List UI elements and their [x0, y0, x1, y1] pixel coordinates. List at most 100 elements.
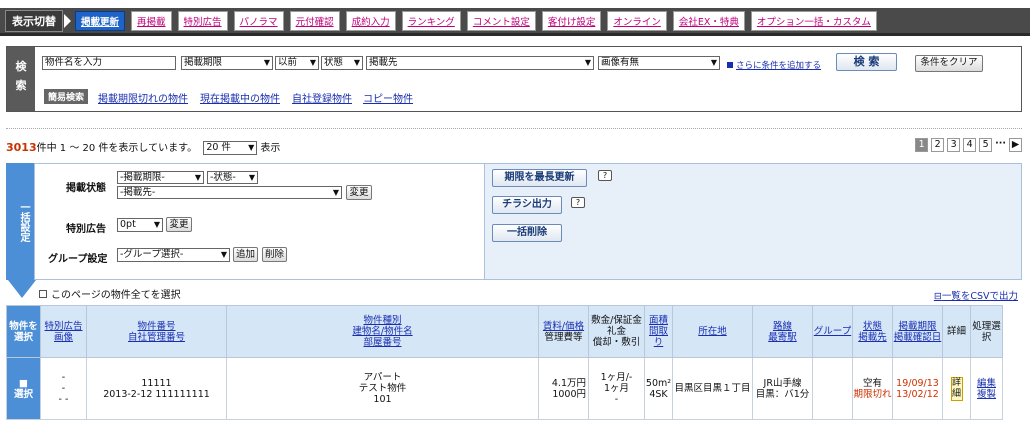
row-group	[812, 357, 853, 420]
divider	[6, 128, 1022, 129]
nav-online[interactable]: オンライン	[607, 10, 667, 31]
nav-panorama[interactable]: パノラマ	[233, 10, 284, 31]
header-status[interactable]: 状態	[863, 321, 882, 332]
help-icon[interactable]: ?	[571, 197, 585, 208]
bulk-period-select[interactable]: -掲載期限-	[117, 171, 204, 184]
clear-conditions-button[interactable]: 条件をクリア	[915, 55, 983, 72]
checkbox-icon	[39, 290, 47, 298]
header-rent[interactable]: 賃料/価格	[543, 321, 584, 332]
header-type[interactable]: 物件種別	[363, 315, 401, 326]
add-icon	[727, 62, 733, 68]
select-all-checkbox[interactable]: このページの物件全てを選択	[39, 286, 181, 301]
row-status: 空有 期限切れ	[852, 357, 893, 420]
bulk-side-label: 一括設定	[6, 163, 34, 280]
nav-client-settings[interactable]: 客付け設定	[541, 10, 602, 31]
header-confirm-date[interactable]: 掲載確認日	[894, 332, 942, 343]
header-destination[interactable]: 掲載先	[858, 332, 887, 343]
nav-republish[interactable]: 再掲載	[131, 10, 172, 31]
bulk-delete-button[interactable]: 一括削除	[492, 224, 562, 242]
header-area[interactable]: 面積間取り	[649, 315, 668, 348]
row-type: アパート テスト物件 101	[226, 357, 539, 420]
nav-company-ex[interactable]: 会社EX・特典	[672, 10, 745, 31]
period-select[interactable]: 掲載期限	[181, 56, 273, 70]
row-special: --- -	[40, 357, 87, 420]
display-mode-label[interactable]: 表示切替	[5, 9, 71, 32]
table-row: ■ 選択 --- - 11111 2013-2-12 111111111 アパートテ…	[6, 357, 1003, 420]
header-room[interactable]: 部屋番号	[363, 337, 401, 348]
row-area: 50m² 4SK	[644, 357, 673, 420]
header-group[interactable]: グループ	[814, 326, 851, 337]
bulk-pointer-triangle	[8, 280, 36, 298]
page-1[interactable]: 1	[915, 138, 929, 152]
row-actions: 編集 複製	[970, 357, 1003, 420]
csv-icon: ⊟	[933, 291, 942, 302]
header-line[interactable]: 路線	[773, 321, 792, 332]
pager-ellipsis: ···	[995, 138, 1006, 149]
header-period[interactable]: 掲載期限	[898, 321, 936, 332]
header-mgmt-number[interactable]: 自社管理番号	[128, 332, 185, 343]
nav-update[interactable]: 掲載更新	[75, 10, 126, 31]
extend-period-button[interactable]: 期限を最長更新	[492, 169, 587, 187]
page-2[interactable]: 2	[931, 138, 945, 152]
csv-export-link[interactable]: ⊟一覧をCSVで出力	[934, 288, 1018, 302]
page-4[interactable]: 4	[963, 138, 977, 152]
group-select[interactable]: -グループ選択-	[117, 248, 230, 262]
search-side-label: 検索	[7, 47, 35, 111]
bulk-change-button[interactable]: 変更	[346, 185, 372, 200]
quick-link-copy[interactable]: コピー物件	[363, 90, 413, 105]
special-ad-label: 特別広告	[66, 224, 106, 235]
header-station[interactable]: 最寄駅	[768, 332, 797, 343]
pagination: 1 2 3 4 5 ··· ▶	[915, 138, 1022, 152]
row-select-checkbox[interactable]: ■ 選択	[6, 357, 41, 420]
page-3[interactable]: 3	[947, 138, 961, 152]
header-number[interactable]: 物件番号	[137, 321, 175, 332]
header-address[interactable]: 所在地	[698, 326, 727, 337]
row-period: 19/09/13 13/02/12	[892, 357, 943, 420]
search-button[interactable]: 検 索	[836, 53, 897, 71]
group-add-button[interactable]: 追加	[233, 247, 258, 262]
top-navigation: 表示切替 掲載更新 再掲載 特別広告 パノラマ 元付確認 成約入力 ランキング …	[0, 8, 1030, 36]
property-name-input[interactable]: 物件名を入力	[42, 56, 176, 70]
quick-link-active[interactable]: 現在掲載中の物件	[200, 90, 280, 105]
group-delete-button[interactable]: 削除	[262, 247, 287, 262]
next-page-button[interactable]: ▶	[1009, 138, 1022, 152]
nav-special-ad[interactable]: 特別広告	[177, 10, 228, 31]
nav-options-custom[interactable]: オプション一括・カスタム	[750, 10, 877, 31]
quick-link-expired[interactable]: 掲載期限切れの物件	[98, 90, 188, 105]
search-panel: 検索 物件名を入力 掲載期限 以前 状態 掲載先 画像有無 さらに条件を追加する…	[6, 46, 1022, 112]
special-ad-select[interactable]: 0pt	[117, 218, 163, 232]
row-deposit: 1ヶ月/- 1ヶ月 -	[588, 357, 645, 420]
group-label: グループ設定	[48, 254, 108, 265]
header-name[interactable]: 建物名/物件名	[352, 326, 412, 337]
copy-link[interactable]: 複製	[977, 389, 996, 400]
page-5[interactable]: 5	[979, 138, 993, 152]
image-select[interactable]: 画像有無	[598, 56, 720, 70]
status-select[interactable]: 状態	[321, 56, 363, 70]
special-ad-change-button[interactable]: 変更	[166, 217, 192, 232]
bulk-destination-select[interactable]: -掲載先-	[117, 186, 342, 199]
header-detail: 詳細	[942, 305, 971, 358]
add-condition-link[interactable]: さらに条件を追加する	[727, 59, 821, 71]
bulk-status-select[interactable]: -状態-	[207, 171, 258, 184]
edit-link[interactable]: 編集	[977, 378, 996, 389]
flyer-output-button[interactable]: チラシ出力	[492, 196, 562, 214]
bulk-status-label: 掲載状態	[66, 183, 106, 194]
property-table: 物件を選択 特別広告画像 物件番号 自社管理番号 物件種別 建物名/物件名 部屋番号 …	[6, 305, 1003, 420]
nav-owner-check[interactable]: 元付確認	[289, 10, 340, 31]
row-detail[interactable]: 詳細	[942, 357, 971, 420]
before-after-select[interactable]: 以前	[275, 56, 319, 70]
nav-contract-entry[interactable]: 成約入力	[345, 10, 396, 31]
help-icon[interactable]: ?	[598, 170, 612, 181]
nav-comment-settings[interactable]: コメント設定	[466, 10, 536, 31]
nav-ranking[interactable]: ランキング	[401, 10, 461, 31]
row-rent: 4.1万円 1000円	[538, 357, 589, 420]
result-count: 3013件中 1 ～ 20 件を表示しています。 20 件表示	[6, 139, 280, 155]
row-number: 11111 2013-2-12 111111111	[86, 357, 227, 420]
header-action: 処理選択	[970, 305, 1003, 358]
per-page-select[interactable]: 20 件	[203, 141, 258, 155]
header-select: 物件を選択	[6, 305, 41, 358]
header-special[interactable]: 特別広告画像	[44, 321, 82, 343]
destination-select[interactable]: 掲載先	[366, 56, 594, 70]
detail-icon[interactable]: 詳細	[950, 376, 963, 401]
quick-link-own[interactable]: 自社登録物件	[292, 90, 352, 105]
